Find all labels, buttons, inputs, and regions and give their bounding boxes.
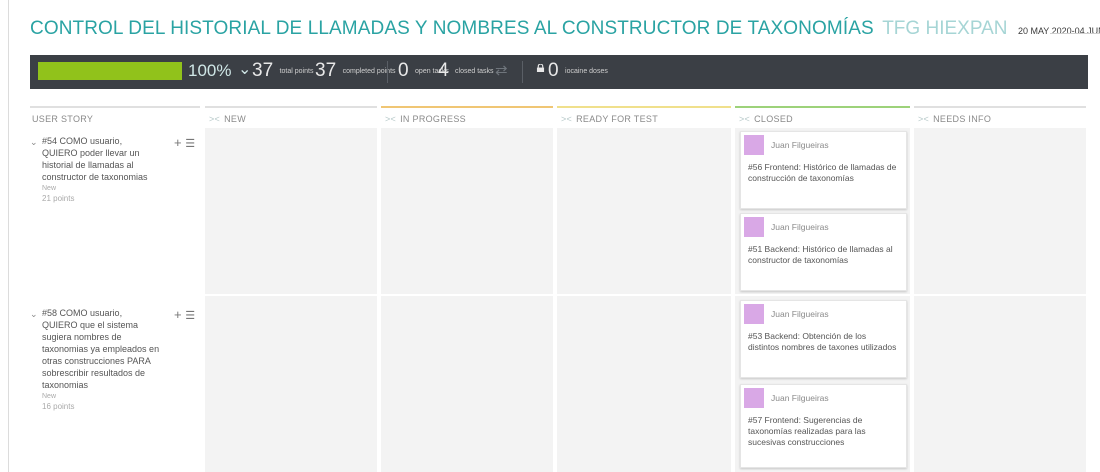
column-header-needs-info[interactable]: >< NEEDS INFO — [918, 114, 991, 124]
completed-points-stat: 37 completed points — [315, 60, 396, 82]
completed-points-value: 37 — [315, 60, 337, 81]
swimlane-separator — [28, 294, 1086, 296]
project-name[interactable]: TFG HIEXPAN — [882, 18, 1007, 39]
page-left-border — [8, 0, 9, 472]
column-title-ready-for-test: READY FOR TEST — [576, 114, 659, 124]
column-color-bar — [205, 106, 377, 108]
total-points-value: 37 — [252, 60, 274, 81]
fold-arrows-icon[interactable]: >< — [918, 114, 929, 124]
column-title-closed: CLOSED — [754, 114, 793, 124]
task-card[interactable]: Juan Filgueiras #51 Backend: Histórico d… — [740, 213, 907, 291]
user-story-tools: + ☰ — [174, 135, 195, 150]
column-needs-info-body — [914, 128, 1086, 472]
completed-points-label: completed points — [342, 67, 396, 75]
avatar[interactable] — [744, 135, 764, 155]
task-card[interactable]: Juan Filgueiras #57 Frontend: Sugerencia… — [740, 384, 907, 468]
column-color-bar — [914, 106, 1086, 108]
column-title-in-progress: IN PROGRESS — [400, 114, 466, 124]
avatar[interactable] — [744, 217, 764, 237]
column-ready-for-test-body — [557, 128, 731, 472]
column-new-body — [205, 128, 377, 472]
sprint-header: CONTROL DEL HISTORIAL DE LLAMADAS Y NOMB… — [30, 18, 1100, 44]
sprint-stats-bar: 100% ⌄ 37 total points 37 completed poin… — [30, 55, 1088, 89]
avatar[interactable] — [744, 304, 764, 324]
user-story-ref[interactable]: #54 — [42, 136, 57, 146]
column-title-needs-info: NEEDS INFO — [933, 114, 992, 124]
sprint-title: CONTROL DEL HISTORIAL DE LLAMADAS Y NOMB… — [30, 18, 874, 39]
header-rule — [1050, 33, 1100, 34]
chevron-down-icon[interactable]: ⌄ — [238, 59, 251, 79]
column-header-in-progress[interactable]: >< IN PROGRESS — [385, 114, 466, 124]
plus-icon[interactable]: + — [174, 135, 182, 150]
chevron-down-icon[interactable]: ⌄ — [30, 137, 38, 148]
column-in-progress-body — [381, 128, 553, 472]
plus-icon[interactable]: + — [174, 307, 182, 322]
column-title-user-story: USER STORY — [32, 114, 94, 124]
progress-percent: 100% — [188, 61, 232, 80]
user-story-title[interactable]: #58 COMO usuario, QUIERO que el sistema … — [42, 307, 160, 391]
user-story-title[interactable]: #54 COMO usuario, QUIERO poder llevar un… — [42, 135, 160, 183]
closed-tasks-stat: 4 closed tasks — [438, 60, 494, 82]
fold-arrows-icon[interactable]: >< — [209, 114, 220, 124]
user-story-status[interactable]: New — [42, 393, 200, 400]
fold-arrows-icon[interactable]: >< — [561, 114, 572, 124]
user-story-card: ⌄ #58 COMO usuario, QUIERO que el sistem… — [30, 307, 200, 411]
avatar[interactable] — [744, 388, 764, 408]
user-story-tools: + ☰ — [174, 307, 195, 322]
user-story-ref[interactable]: #58 — [42, 308, 57, 318]
chevron-down-icon[interactable]: ⌄ — [30, 309, 38, 320]
open-tasks-value: 0 — [398, 60, 409, 81]
board-column-headers: USER STORY >< NEW >< IN PROGRESS >< READY F… — [0, 106, 1100, 124]
column-color-bar — [30, 106, 200, 108]
fold-arrows-icon[interactable]: >< — [739, 114, 750, 124]
iocaine-label: iocaine doses — [565, 67, 608, 75]
task-card[interactable]: Juan Filgueiras #53 Backend: Obtención d… — [740, 300, 907, 378]
task-card[interactable]: Juan Filgueiras #56 Frontend: Histórico … — [740, 131, 907, 209]
swap-arrows-icon[interactable]: ⇄ — [495, 61, 508, 79]
user-story-points: 16 points — [42, 402, 75, 411]
iocaine-stat: 0 iocaine doses — [548, 60, 608, 82]
task-assignee[interactable]: Juan Filgueiras — [771, 309, 829, 319]
column-color-bar — [735, 106, 910, 108]
progress-bar — [38, 62, 182, 80]
column-color-bar — [557, 106, 731, 108]
user-story-card: ⌄ #54 COMO usuario, QUIERO poder llevar … — [30, 135, 200, 203]
column-header-closed[interactable]: >< CLOSED — [739, 114, 793, 124]
task-title[interactable]: #56 Frontend: Histórico de llamadas de c… — [748, 162, 898, 184]
list-icon[interactable]: ☰ — [185, 138, 195, 150]
task-title[interactable]: #53 Backend: Obtención de los distintos … — [748, 331, 898, 353]
user-story-text[interactable]: COMO usuario, QUIERO que el sistema sugi… — [42, 308, 159, 390]
sprint-dates: 20 MAY 2020-04 JUN 2020 — [1017, 26, 1100, 36]
task-title[interactable]: #57 Frontend: Sugerencias de taxonomías … — [748, 415, 898, 448]
task-title[interactable]: #51 Backend: Histórico de llamadas al co… — [748, 244, 898, 266]
total-points-stat: 37 total points — [252, 60, 314, 82]
task-assignee[interactable]: Juan Filgueiras — [771, 393, 829, 403]
user-story-points: 21 points — [42, 194, 75, 203]
progress-bar-fill — [38, 62, 182, 80]
column-header-ready-for-test[interactable]: >< READY FOR TEST — [561, 114, 658, 124]
iocaine-value: 0 — [548, 60, 559, 81]
column-header-new[interactable]: >< NEW — [209, 114, 246, 124]
user-story-text[interactable]: COMO usuario, QUIERO poder llevar un his… — [42, 136, 148, 182]
stats-divider — [387, 61, 388, 83]
fold-arrows-icon[interactable]: >< — [385, 114, 396, 124]
column-color-bar — [381, 106, 553, 108]
stats-divider — [522, 61, 523, 83]
column-title-new: NEW — [224, 114, 247, 124]
open-tasks-label: open tasks — [415, 67, 449, 75]
open-tasks-stat: 0 open tasks — [398, 60, 449, 82]
user-story-status[interactable]: New — [42, 185, 200, 192]
closed-tasks-value: 4 — [438, 60, 449, 81]
task-assignee[interactable]: Juan Filgueiras — [771, 140, 829, 150]
lock-icon — [536, 64, 545, 72]
total-points-label: total points — [279, 67, 314, 75]
closed-tasks-label: closed tasks — [455, 67, 494, 75]
task-assignee[interactable]: Juan Filgueiras — [771, 222, 829, 232]
list-icon[interactable]: ☰ — [185, 310, 195, 322]
